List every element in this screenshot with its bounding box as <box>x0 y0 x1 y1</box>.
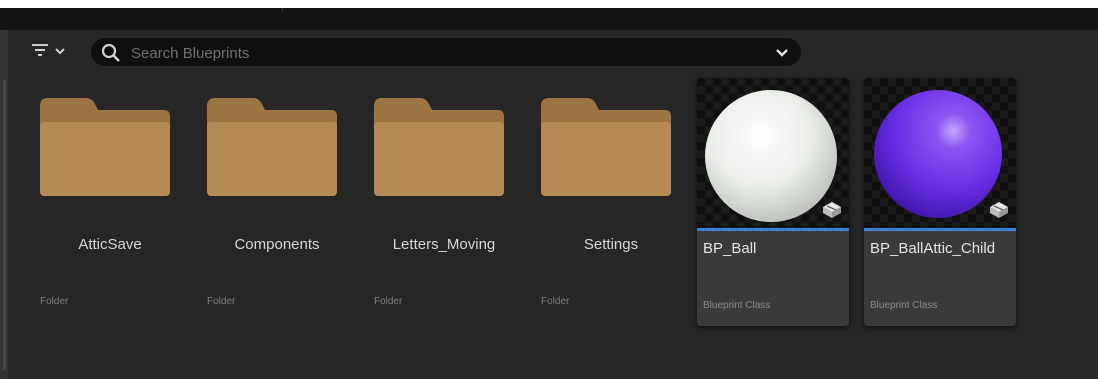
folder-name: AtticSave <box>78 236 142 253</box>
search-bar[interactable] <box>90 37 802 67</box>
chevron-down-icon <box>54 43 66 61</box>
asset-color-strip <box>864 228 1016 231</box>
folder-name: Components <box>234 236 320 253</box>
folder-tile[interactable]: Components Folder <box>201 78 353 326</box>
folder-name: Letters_Moving <box>392 236 496 253</box>
folder-tile[interactable]: Letters_Moving Folder <box>368 78 520 326</box>
folder-type: Folder <box>207 296 236 307</box>
folder-name: Settings <box>583 236 639 253</box>
blueprint-class-icon <box>821 200 843 225</box>
folder-icon <box>541 98 671 196</box>
tab-bar <box>0 8 1098 30</box>
folder-tile[interactable]: Settings Folder <box>535 78 687 326</box>
tab-separator <box>282 8 283 12</box>
search-input[interactable] <box>129 42 753 64</box>
folder-type: Folder <box>40 296 69 307</box>
folder-type: Folder <box>374 296 403 307</box>
blueprint-tile[interactable]: BP_Ball Blueprint Class <box>697 78 849 326</box>
filter-button[interactable] <box>30 40 90 64</box>
folder-icon <box>207 98 337 196</box>
folder-tile[interactable]: AtticSave Folder <box>34 78 186 326</box>
content-browser: AtticSave Folder Components Folder Lette… <box>0 0 1098 379</box>
folder-icon <box>40 98 170 196</box>
folder-type: Folder <box>541 296 570 307</box>
left-scrollbar[interactable] <box>0 30 8 379</box>
window-top-edge <box>0 0 1098 8</box>
blueprint-class-icon <box>988 200 1010 225</box>
search-icon <box>101 43 121 68</box>
filter-icon <box>30 42 50 63</box>
blueprint-tile[interactable]: BP_BallAttic_Child Blueprint Class <box>864 78 1016 326</box>
asset-color-strip <box>697 228 849 231</box>
search-options-chevron-icon[interactable] <box>775 46 789 64</box>
asset-type: Blueprint Class <box>870 300 938 311</box>
folder-icon <box>374 98 504 196</box>
scrollbar-thumb[interactable] <box>3 80 6 370</box>
asset-name: BP_Ball <box>703 240 757 257</box>
asset-name: BP_BallAttic_Child <box>870 240 996 257</box>
asset-type: Blueprint Class <box>703 300 771 311</box>
